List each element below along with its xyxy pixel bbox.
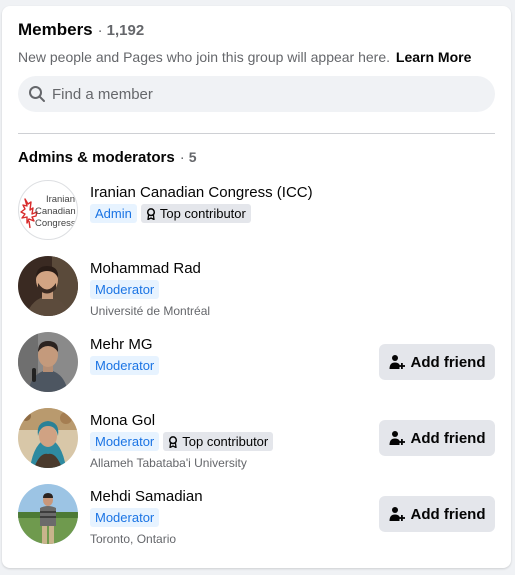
avatar[interactable] <box>18 332 78 392</box>
member-subline: Allameh Tabataba'i University <box>90 456 247 470</box>
member-badges: Moderator <box>90 280 210 299</box>
top-contributor-badge: Top contributor <box>163 432 274 451</box>
members-title: Members <box>18 20 93 39</box>
add-friend-label: Add friend <box>410 505 486 523</box>
member-badges: Moderator Top contributor <box>90 432 274 451</box>
role-badge: Moderator <box>90 356 160 375</box>
search-icon <box>29 86 45 102</box>
add-friend-icon <box>389 431 405 445</box>
member-name[interactable]: Mehr MG <box>90 336 159 353</box>
add-friend-button[interactable]: Add friend <box>379 496 495 532</box>
members-card: Members · 1,192 New people and Pages who… <box>2 6 511 568</box>
add-friend-icon <box>389 507 405 521</box>
role-badge: Moderator <box>90 432 160 451</box>
add-friend-label: Add friend <box>410 429 486 447</box>
role-badge: Moderator <box>90 508 160 527</box>
members-title-row: Members · 1,192 <box>18 20 495 46</box>
member-row: Mohammad Rad Moderator Université de Mon… <box>18 256 495 318</box>
divider <box>18 133 495 134</box>
admins-section-header: Admins & moderators · 5 <box>18 149 197 166</box>
section-count: 5 <box>188 149 197 165</box>
member-row: Mehdi Samadian Moderator Toronto, Ontari… <box>18 484 495 546</box>
avatar[interactable]: Iranian Canadian Congress <box>18 180 78 240</box>
search-input[interactable] <box>52 85 472 103</box>
add-friend-label: Add friend <box>410 353 486 371</box>
member-row: Iranian Canadian Congress Iranian Canadi… <box>18 180 495 242</box>
member-search-box[interactable] <box>18 76 495 112</box>
member-name[interactable]: Mohammad Rad <box>90 260 210 277</box>
logo-line: Canadian <box>35 206 76 217</box>
top-contributor-badge: Top contributor <box>140 204 251 223</box>
members-header: Members · 1,192 New people and Pages who… <box>18 20 495 65</box>
member-name[interactable]: Mehdi Samadian <box>90 488 203 505</box>
member-info: Iranian Canadian Congress (ICC) Admin To… <box>90 184 313 223</box>
title-separator: · <box>97 22 103 39</box>
award-icon <box>169 435 178 448</box>
role-badge: Moderator <box>90 280 160 299</box>
member-name[interactable]: Mona Gol <box>90 412 273 429</box>
add-friend-icon <box>389 355 405 369</box>
member-name[interactable]: Iranian Canadian Congress (ICC) <box>90 184 313 201</box>
member-info: Mehdi Samadian Moderator Toronto, Ontari… <box>90 488 203 546</box>
avatar[interactable] <box>18 256 78 316</box>
member-row: Mehr MG Moderator Add friend <box>18 332 495 394</box>
profile-photo <box>18 408 78 468</box>
profile-photo <box>18 332 78 392</box>
member-badges: Moderator <box>90 508 203 527</box>
member-info: Mehr MG Moderator <box>90 336 160 375</box>
section-title: Admins & moderators <box>18 149 175 166</box>
members-subtitle: New people and Pages who join this group… <box>18 49 495 65</box>
add-friend-button[interactable]: Add friend <box>379 344 495 380</box>
section-separator: · <box>179 149 185 166</box>
learn-more-link[interactable]: Learn More <box>396 49 471 65</box>
member-badges: Admin Top contributor <box>90 204 313 223</box>
profile-photo <box>18 256 78 316</box>
logo-line: Iranian <box>45 194 75 205</box>
avatar[interactable] <box>18 408 78 468</box>
award-icon <box>146 207 155 220</box>
top-contributor-label: Top contributor <box>159 206 246 221</box>
member-info: Mona Gol Moderator Top contributor Allam… <box>90 412 274 470</box>
top-contributor-label: Top contributor <box>182 434 269 449</box>
avatar[interactable] <box>18 484 78 544</box>
profile-photo <box>18 484 78 544</box>
logo-line: Congress <box>35 218 76 229</box>
member-subline: Toronto, Ontario <box>90 532 177 546</box>
members-count: 1,192 <box>106 22 145 39</box>
member-subline: Université de Montréal <box>90 304 211 318</box>
member-badges: Moderator <box>90 356 160 375</box>
add-friend-button[interactable]: Add friend <box>379 420 495 456</box>
members-subtitle-text: New people and Pages who join this group… <box>18 49 391 65</box>
member-row: Mona Gol Moderator Top contributor Allam… <box>18 408 495 470</box>
member-info: Mohammad Rad Moderator Université de Mon… <box>90 260 210 318</box>
role-badge: Admin <box>90 204 137 223</box>
